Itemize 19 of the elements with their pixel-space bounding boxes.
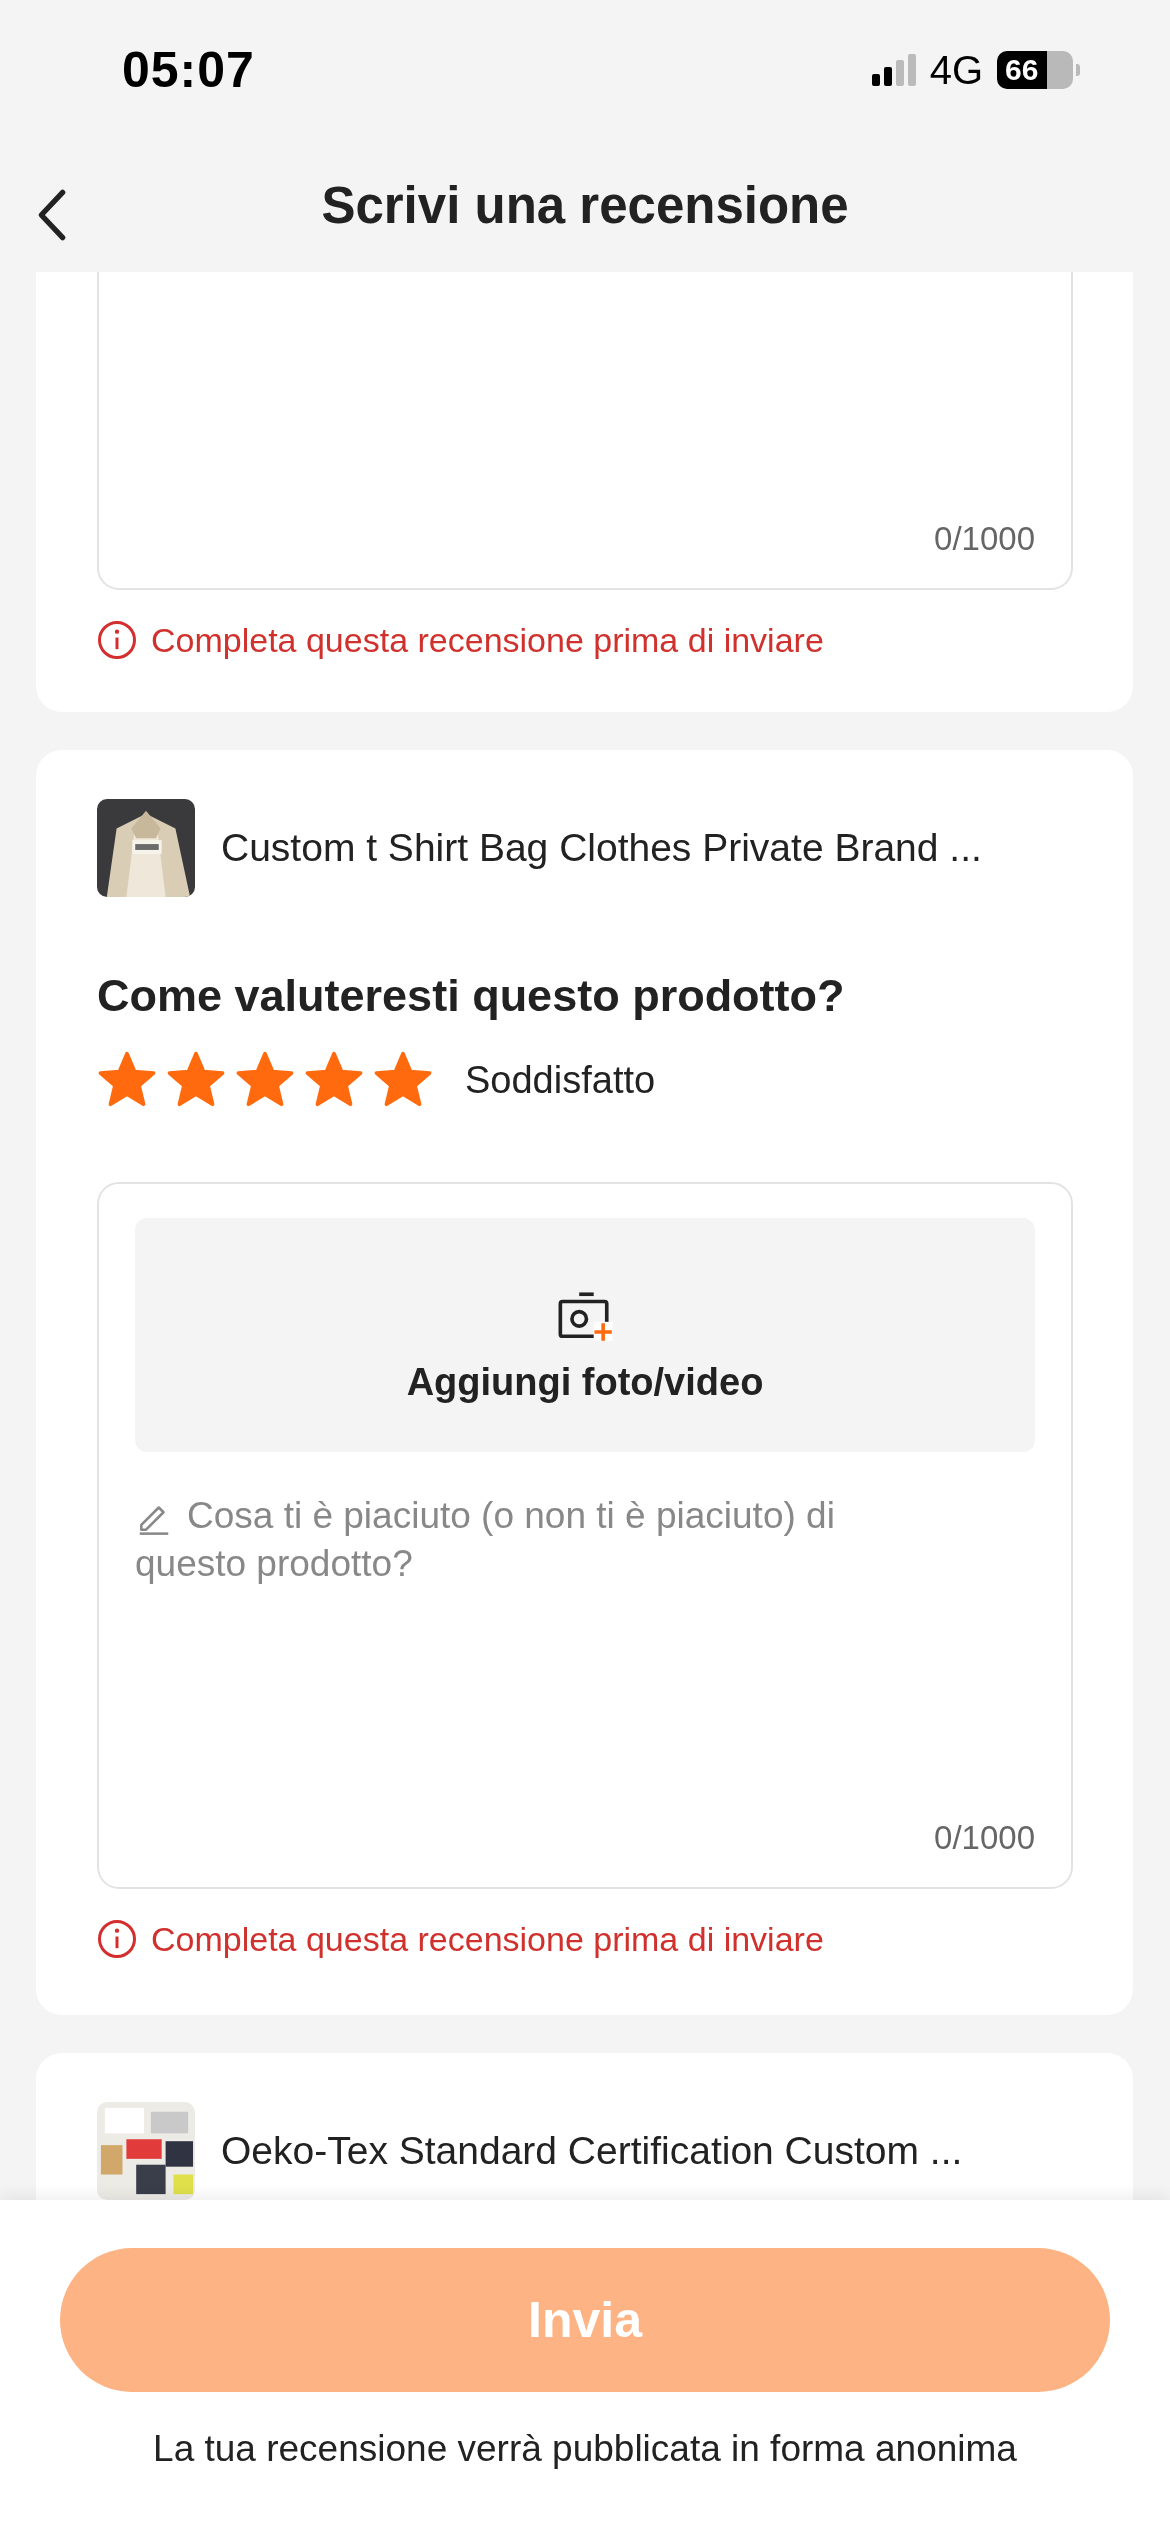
page-title: Scrivi una recensione [321,175,849,235]
add-media-button[interactable]: Aggiungi foto/video [135,1218,1035,1452]
rating-label: Soddisfatto [465,1058,656,1102]
product-name: Oeko-Tex Standard Certification Custom ... [221,2129,963,2173]
char-counter: 0/1000 [933,520,1035,558]
info-icon [97,620,137,660]
signal-icon [871,54,916,86]
anonymous-note: La tua recensione verrà pubblicata in forma anonima [153,2428,1017,2470]
char-counter: 0/1000 [933,1819,1035,1857]
network-label: 4G [929,47,983,93]
review-field[interactable]: Aggiungi foto/video Cosa ti è piaciuto (o non ti è piaciuto) di questo prodotto? 0/1000 [97,1182,1073,1889]
rating-question: Come valuteresti questo prodotto? [97,970,846,1022]
info-icon [97,1919,137,1959]
status-time: 05:07 [122,41,255,99]
error-message: Completa questa recensione prima di inviare [151,620,824,660]
product-name: Custom t Shirt Bag Clothes Private Brand ... [221,826,982,870]
camera-add-icon [556,1289,614,1343]
error-message: Completa questa recensione prima di inviare [151,1919,824,1959]
back-icon[interactable] [36,188,68,242]
